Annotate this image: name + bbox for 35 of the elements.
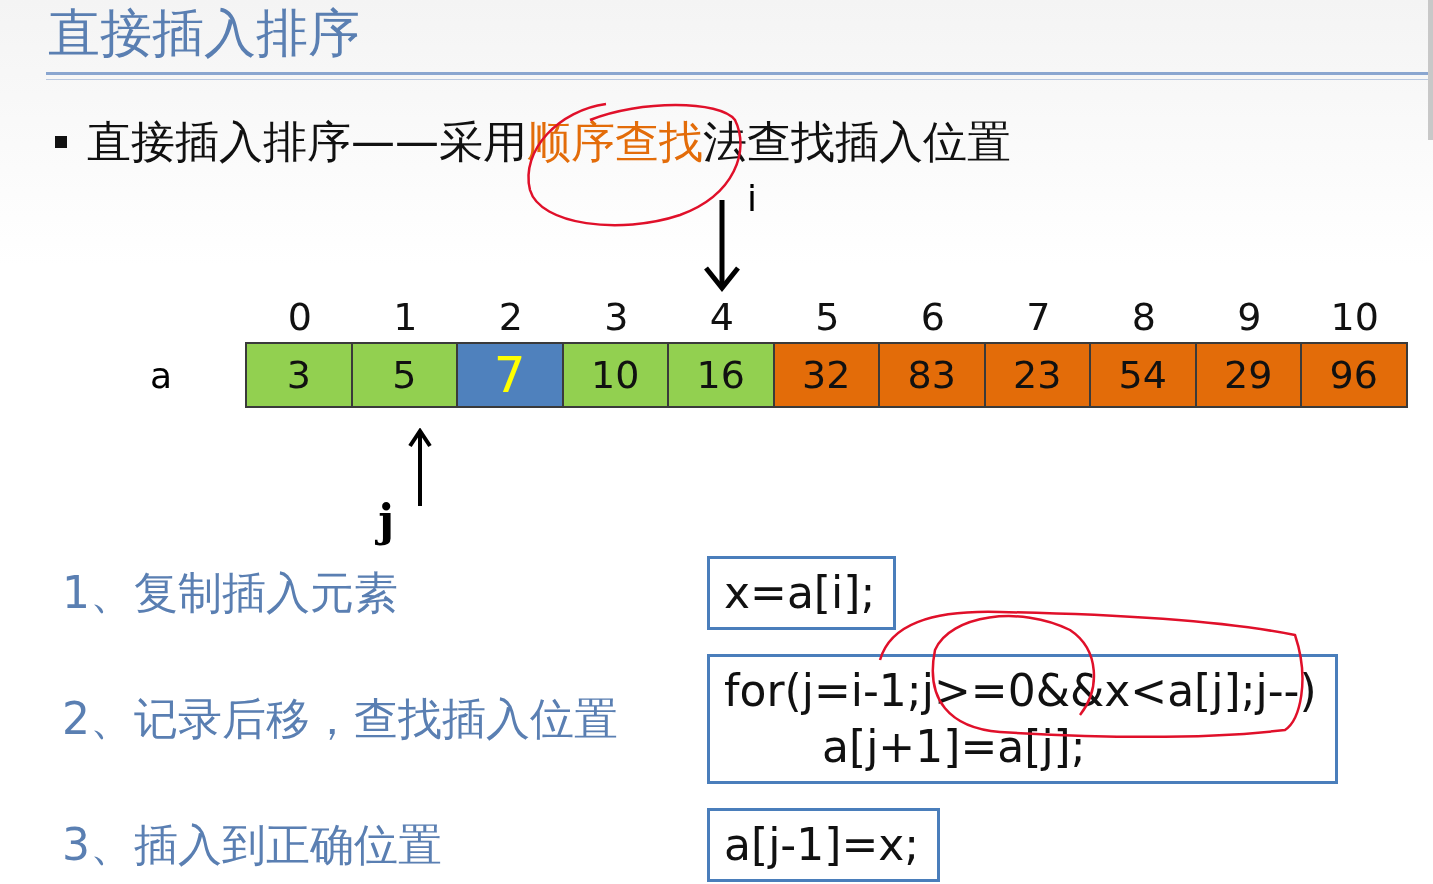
pointer-label: i xyxy=(747,178,757,219)
arrow-down-icon xyxy=(701,200,742,292)
step-label: 2、记录后移，查找插入位置 xyxy=(61,691,619,746)
step-label: 1、复制插入元素 xyxy=(61,565,399,620)
step-label: 3、插入到正确位置 xyxy=(61,817,443,872)
array-cell: 54 xyxy=(1089,342,1197,408)
array-index: 7 xyxy=(1025,294,1052,341)
array-cell: 16 xyxy=(667,342,775,408)
code-line: a[j+1]=a[j]; xyxy=(821,720,1087,774)
scrollbar[interactable] xyxy=(1428,0,1433,140)
code-line: x=a[i]; xyxy=(724,566,876,620)
array-index: 4 xyxy=(708,294,735,341)
array-cell: 5 xyxy=(350,342,458,408)
array-index: 9 xyxy=(1236,294,1263,341)
array-index: 0 xyxy=(286,294,313,341)
array-cell: 83 xyxy=(878,342,986,408)
array-cell: 3 xyxy=(245,342,353,408)
code-line: a[j-1]=x; xyxy=(724,818,920,872)
array-index: 6 xyxy=(919,294,946,341)
array-index: 10 xyxy=(1329,294,1380,341)
array-cell: 10 xyxy=(561,342,669,408)
array-index: 1 xyxy=(392,294,419,341)
array-cell: 7 xyxy=(456,342,564,408)
array-index: 3 xyxy=(603,294,630,341)
array-index: 8 xyxy=(1130,294,1157,341)
array-cell: 96 xyxy=(1300,342,1408,408)
array-cell: 23 xyxy=(983,342,1091,408)
array-index: 2 xyxy=(497,294,524,341)
array-cell: 32 xyxy=(772,342,880,408)
array-name: a xyxy=(148,354,173,396)
array-cell: 29 xyxy=(1194,342,1302,408)
arrow-up-icon xyxy=(408,428,433,506)
array-index: 5 xyxy=(814,294,841,341)
slide-title: 直接插入排序 xyxy=(47,2,361,65)
bullet-icon xyxy=(55,136,67,148)
